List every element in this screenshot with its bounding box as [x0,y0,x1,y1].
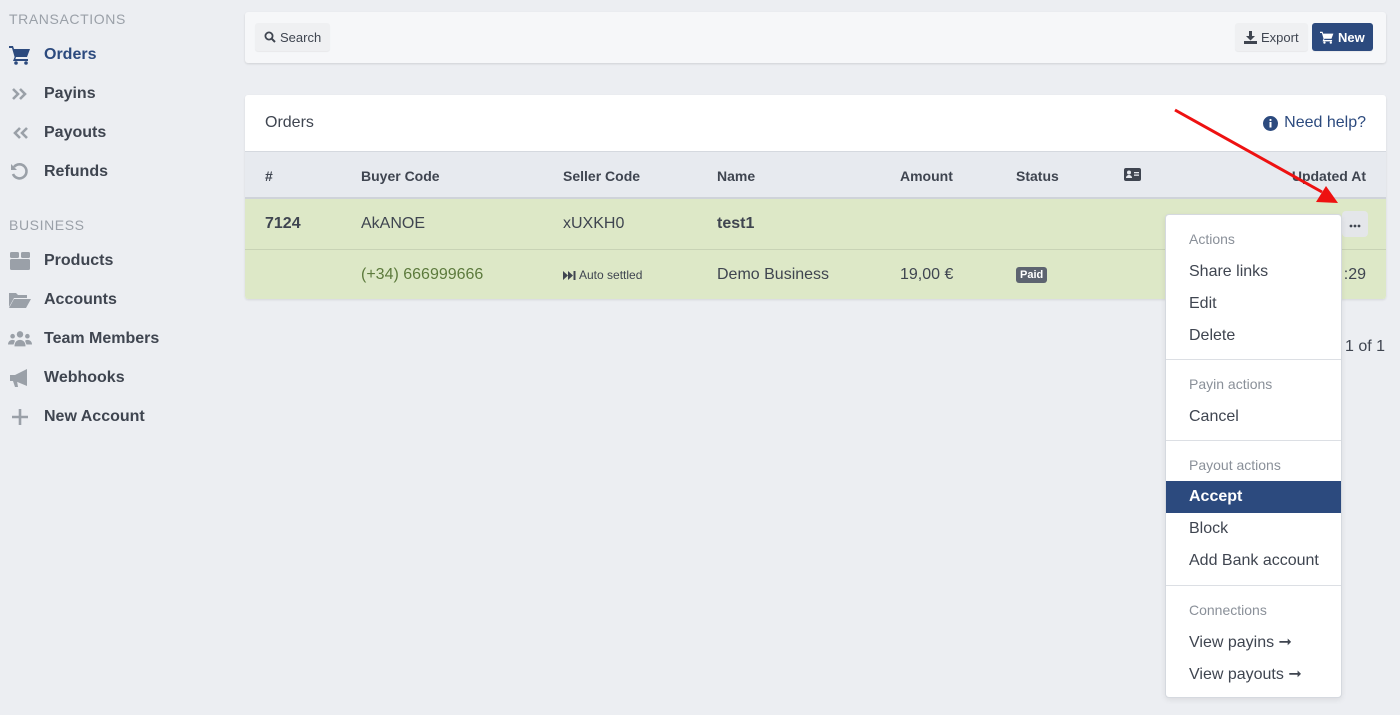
order-id: 7124 [265,215,301,232]
ellipsis-icon [1349,215,1361,233]
sidebar-item-refunds[interactable]: Refunds [8,157,108,187]
order-amount: 19,00 € [900,266,954,283]
buyer-code: AkANOE [361,215,426,232]
sidebar-item-label: Team Members [44,330,160,347]
sidebar: TRANSACTIONS Orders Payins Payouts Refun… [0,0,238,445]
sidebar-item-payins[interactable]: Payins [8,79,96,109]
updated-at: :29 [1343,266,1366,283]
dropdown-header-connections: Connections [1189,602,1267,618]
search-icon [264,31,276,43]
status-badge: Paid [1016,267,1048,283]
card-title: Orders [265,114,314,131]
column-header-id[interactable]: # [265,168,273,184]
dropdown-header-payout-actions: Payout actions [1189,457,1281,473]
menu-item-view-payins[interactable]: View payins ➞ [1166,626,1341,658]
sidebar-item-label: Webhooks [44,369,125,386]
column-header-name[interactable]: Name [717,168,755,184]
sidebar-item-label: Payins [44,85,96,102]
menu-item-edit[interactable]: Edit [1166,288,1341,320]
menu-item-accept[interactable]: Accept [1166,481,1341,513]
menu-item-add-bank-account[interactable]: Add Bank account [1166,545,1341,577]
cart-icon [1320,31,1334,44]
section-title-business: BUSINESS [9,217,85,233]
menu-item-block[interactable]: Block [1166,513,1341,545]
download-icon [1244,30,1257,44]
bullhorn-icon [8,368,32,388]
box-icon [8,251,32,271]
users-icon [8,329,32,349]
column-header-seller-code[interactable]: Seller Code [563,168,640,184]
business-name: Demo Business [717,266,830,283]
sidebar-item-payouts[interactable]: Payouts [8,118,106,148]
menu-item-share-links[interactable]: Share links [1166,256,1341,288]
sidebar-item-label: Accounts [44,291,117,308]
sidebar-item-label: New Account [44,408,145,425]
menu-item-delete[interactable]: Delete [1166,320,1341,352]
search-button[interactable]: Search [255,23,331,51]
dropdown-divider [1166,585,1341,586]
dropdown-header-payin-actions: Payin actions [1189,376,1273,392]
sidebar-item-label: Orders [44,46,97,63]
undo-icon [8,162,32,182]
sidebar-item-products[interactable]: Products [8,246,113,276]
column-header-updated-at[interactable]: Updated At [1292,168,1366,184]
settlement-mode: Auto settled [563,268,642,282]
need-help-link[interactable]: Need help? [1263,114,1366,132]
sidebar-item-label: Refunds [44,163,108,180]
fast-forward-icon [563,270,576,280]
table-header: # Buyer Code Seller Code Name Amount Sta… [245,151,1386,199]
new-order-button[interactable]: New [1312,23,1373,51]
search-button-label: Search [280,29,322,45]
dropdown-divider [1166,359,1341,360]
column-header-buyer-code[interactable]: Buyer Code [361,168,440,184]
need-help-label: Need help? [1284,114,1366,131]
row-actions-dropdown: Actions Share links Edit Delete Payin ac… [1165,214,1342,698]
new-button-label: New [1338,29,1365,45]
sidebar-item-team-members[interactable]: Team Members [8,324,159,354]
settlement-label: Auto settled [579,268,643,282]
column-header-status[interactable]: Status [1016,168,1059,184]
pagination: 1 of 1 [1345,338,1386,355]
id-card-icon [1124,168,1141,184]
toolbar: Search Export New [245,12,1386,63]
dropdown-divider [1166,440,1341,441]
column-header-amount[interactable]: Amount [900,168,953,184]
menu-item-cancel[interactable]: Cancel [1166,401,1341,433]
menu-item-view-payouts[interactable]: View payouts ➞ [1166,658,1341,690]
order-name: test1 [717,215,755,232]
row-actions-button[interactable] [1342,211,1368,237]
double-chevron-left-icon [8,123,32,143]
sidebar-item-orders[interactable]: Orders [8,40,96,70]
info-icon [1263,115,1279,131]
sidebar-item-new-account[interactable]: New Account [8,402,145,432]
sidebar-item-label: Payouts [44,124,107,141]
cart-icon [8,45,32,65]
double-chevron-right-icon [8,84,32,104]
folder-open-icon [8,290,32,310]
seller-code: xUXKH0 [563,215,625,232]
export-button[interactable]: Export [1235,23,1308,51]
sidebar-item-label: Products [44,252,114,269]
sidebar-item-webhooks[interactable]: Webhooks [8,363,125,393]
export-button-label: Export [1261,29,1299,45]
dropdown-header-actions: Actions [1189,231,1235,247]
section-title-transactions: TRANSACTIONS [9,11,126,27]
plus-icon [8,407,32,427]
buyer-phone: (+34) 666999666 [361,266,484,283]
sidebar-item-accounts[interactable]: Accounts [8,285,117,315]
